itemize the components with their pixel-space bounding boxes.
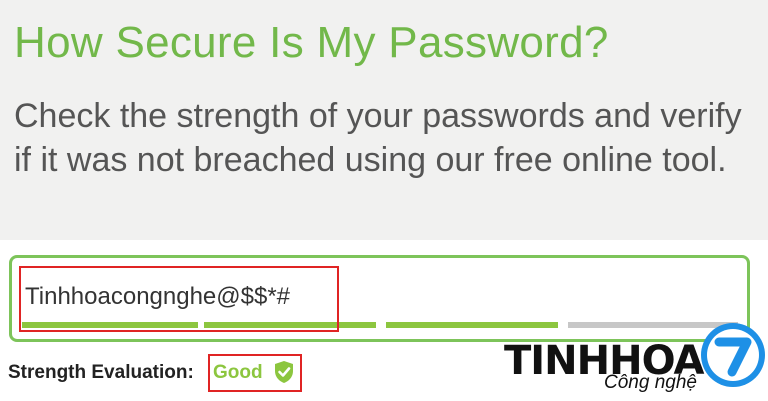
watermark-logo: TINHHOA Công nghệ (500, 322, 768, 401)
strength-evaluation-label: Strength Evaluation: (8, 362, 194, 383)
password-highlight-box (19, 266, 339, 332)
page-title: How Secure Is My Password? (14, 18, 609, 67)
logo-badge-icon (701, 323, 765, 387)
logo-tagline: Công nghệ (604, 372, 697, 393)
page-subtitle: Check the strength of your passwords and… (14, 97, 742, 179)
hero-section: How Secure Is My Password? Check the str… (0, 0, 768, 240)
strength-highlight-box (208, 354, 302, 392)
